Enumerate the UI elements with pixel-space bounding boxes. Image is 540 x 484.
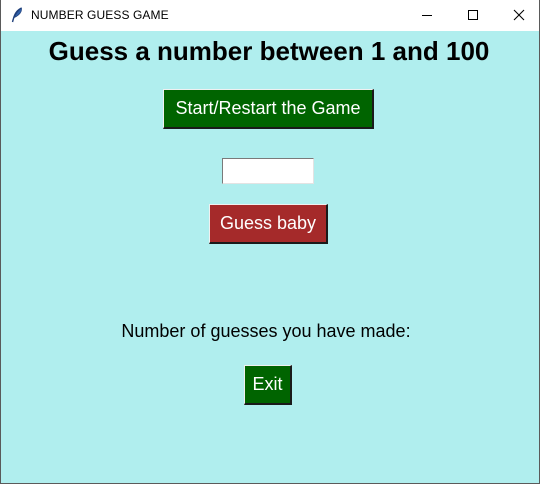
maximize-icon: [468, 10, 478, 20]
game-panel: Guess a number between 1 and 100 Start/R…: [1, 31, 539, 483]
exit-button[interactable]: Exit: [244, 365, 292, 405]
title-bar[interactable]: NUMBER GUESS GAME: [1, 0, 539, 31]
close-icon: [513, 9, 525, 21]
guess-button[interactable]: Guess baby: [209, 204, 328, 244]
start-restart-button[interactable]: Start/Restart the Game: [163, 89, 374, 129]
maximize-button[interactable]: [450, 0, 496, 31]
minimize-button[interactable]: [404, 0, 450, 31]
minimize-icon: [422, 15, 432, 16]
guess-input[interactable]: [222, 158, 314, 184]
game-heading: Guess a number between 1 and 100: [48, 36, 490, 66]
feather-icon: [10, 7, 24, 23]
window-title: NUMBER GUESS GAME: [31, 8, 169, 22]
app-window: NUMBER GUESS GAME Guess a number between…: [0, 0, 540, 484]
close-button[interactable]: [496, 0, 539, 31]
guess-count-label: Number of guesses you have made:: [121, 321, 411, 341]
